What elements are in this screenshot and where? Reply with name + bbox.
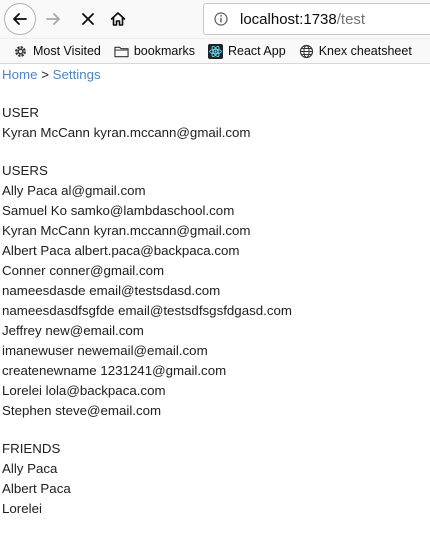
list-item: Ally Paca al@gmail.com <box>2 181 430 201</box>
user-name: Samuel Ko <box>2 203 68 218</box>
bookmark-most-visited[interactable]: Most Visited <box>13 44 101 59</box>
user-email: email@testsdfsgsfdgasd.com <box>118 303 292 318</box>
users-section-title: USERS <box>2 163 48 178</box>
breadcrumb-home-link[interactable]: Home <box>2 67 37 82</box>
url-bar[interactable]: localhost:1738/test <box>203 3 430 35</box>
url-text[interactable]: localhost:1738/test <box>240 11 365 28</box>
breadcrumb: Home > Settings <box>2 65 430 85</box>
user-email: al@gmail.com <box>61 183 146 198</box>
user-name: imanewuser <box>2 343 74 358</box>
bookmarks-bar: Most Visited bookmarks React App Knex ch… <box>0 38 430 63</box>
url-host: localhost:1738 <box>240 10 337 28</box>
user-email: 1231241@gmail.com <box>100 363 227 378</box>
user-email: newemail@email.com <box>77 343 208 358</box>
home-icon <box>110 12 126 26</box>
user-name: createnewname <box>2 363 97 378</box>
breadcrumb-separator: > <box>41 67 49 82</box>
user-email: conner@gmail.com <box>49 263 165 278</box>
react-icon <box>208 43 223 59</box>
bookmark-label: Most Visited <box>33 44 101 58</box>
list-item: Ally Paca <box>2 461 58 476</box>
back-arrow-icon <box>13 13 27 25</box>
list-item: nameesdasde email@testsdasd.com <box>2 281 430 301</box>
url-path: /test <box>336 10 366 28</box>
user-name: Lorelei <box>2 383 42 398</box>
user-name: Kyran McCann <box>2 223 90 238</box>
close-icon <box>82 13 94 25</box>
user-name: Albert Paca <box>2 243 71 258</box>
user-section-title: USER <box>2 105 39 120</box>
friends-list: Ally Paca Albert Paca Lorelei <box>2 459 430 519</box>
home-button[interactable] <box>107 8 129 30</box>
list-item: Jeffrey new@email.com <box>2 321 430 341</box>
user-name: nameesdasdfsgfde <box>2 303 115 318</box>
list-item: Lorelei lola@backpaca.com <box>2 381 430 401</box>
forward-arrow-icon <box>46 13 60 25</box>
user-name: Stephen <box>2 403 52 418</box>
user-name: nameesdasde <box>2 283 86 298</box>
list-item: Kyran McCann kyran.mccann@gmail.com <box>2 221 430 241</box>
globe-icon <box>299 44 314 59</box>
nav-toolbar: localhost:1738/test <box>0 0 430 38</box>
user-name: Kyran McCann <box>2 125 90 140</box>
folder-icon <box>114 44 129 59</box>
list-item: Albert Paca <box>2 481 71 496</box>
list-item: createnewname 1231241@gmail.com <box>2 361 430 381</box>
user-email: steve@email.com <box>55 403 162 418</box>
list-item: Lorelei <box>2 501 42 516</box>
bookmark-folder[interactable]: bookmarks <box>114 44 195 59</box>
user-email: kyran.mccann@gmail.com <box>93 125 251 140</box>
user-name: Jeffrey <box>2 323 42 338</box>
user-email: new@email.com <box>45 323 144 338</box>
bookmark-knex-cheatsheet[interactable]: Knex cheatsheet <box>299 44 412 59</box>
page-content: Home > Settings USER Kyran McCann kyran.… <box>0 65 430 519</box>
list-item: imanewuser newemail@email.com <box>2 341 430 361</box>
stop-button[interactable] <box>77 8 99 30</box>
user-name: Conner <box>2 263 46 278</box>
users-list: Ally Paca al@gmail.com Samuel Ko samko@l… <box>2 181 430 421</box>
info-icon[interactable] <box>214 12 228 26</box>
user-email: samko@lambdaschool.com <box>70 203 235 218</box>
list-item: Samuel Ko samko@lambdaschool.com <box>2 201 430 221</box>
bookmark-label: Knex cheatsheet <box>318 44 412 58</box>
bookmark-label: React App <box>228 44 286 58</box>
bookmark-label: bookmarks <box>133 44 195 58</box>
user-email: albert.paca@backpaca.com <box>74 243 240 258</box>
gear-icon <box>13 44 28 59</box>
bookmark-react-app[interactable]: React App <box>208 43 286 59</box>
friends-section: FRIENDS Ally Paca Albert Paca Lorelei <box>2 439 430 519</box>
user-email: lola@backpaca.com <box>45 383 166 398</box>
user-email: kyran.mccann@gmail.com <box>93 223 251 238</box>
friends-section-title: FRIENDS <box>2 441 61 456</box>
browser-chrome: localhost:1738/test Most Visited bookmar… <box>0 0 430 64</box>
users-section: USERS Ally Paca al@gmail.com Samuel Ko s… <box>2 161 430 421</box>
user-section: USER Kyran McCann kyran.mccann@gmail.com <box>2 103 430 143</box>
user-email: email@testsdasd.com <box>89 283 221 298</box>
list-item: Stephen steve@email.com <box>2 401 430 421</box>
list-item: nameesdasdfsgfde email@testsdfsgsfdgasd.… <box>2 301 430 321</box>
list-item: Albert Paca albert.paca@backpaca.com <box>2 241 430 261</box>
current-user-row: Kyran McCann kyran.mccann@gmail.com <box>2 123 430 143</box>
back-button[interactable] <box>4 3 36 35</box>
breadcrumb-settings-link[interactable]: Settings <box>53 67 101 82</box>
forward-button[interactable] <box>42 8 64 30</box>
user-name: Ally Paca <box>2 183 58 198</box>
list-item: Conner conner@gmail.com <box>2 261 430 281</box>
